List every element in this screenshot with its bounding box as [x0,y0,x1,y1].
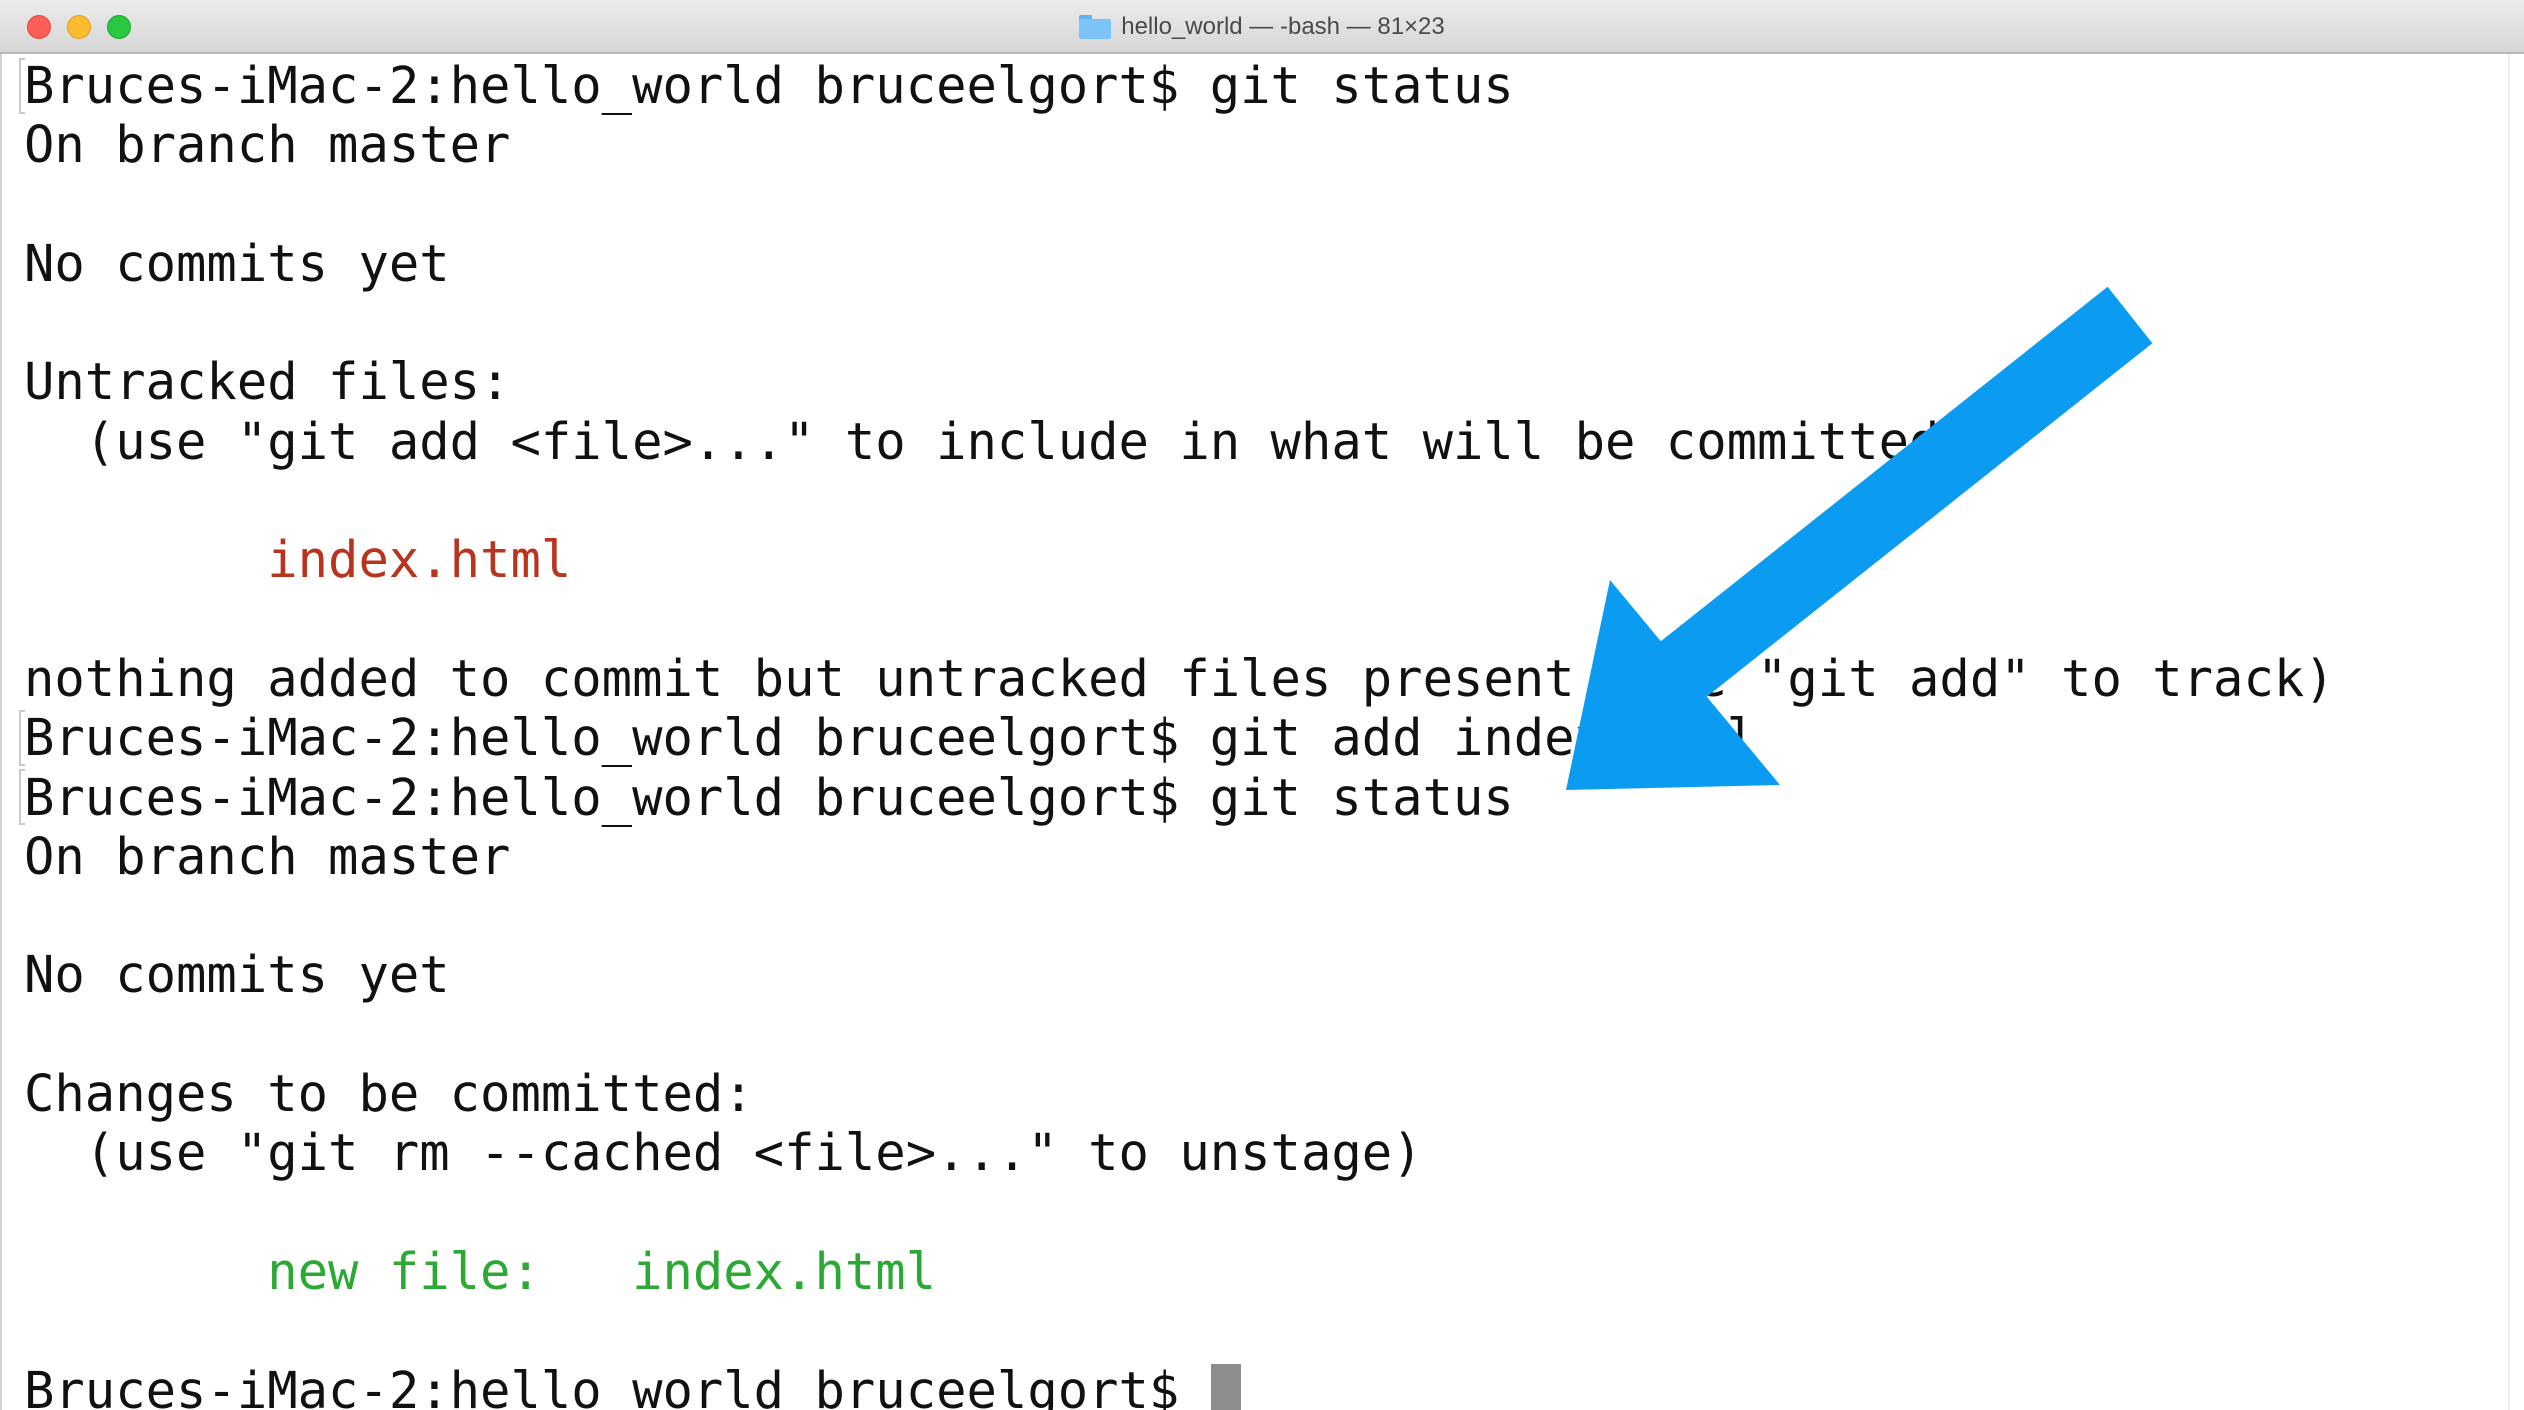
window-title-area: hello_world — -bash — 81×23 [0,0,2524,54]
line-text: No commits yet [24,945,450,1005]
terminal-line: Bruces-iMac-2:hello_world bruceelgort$ g… [24,56,2335,115]
line-text: (use "git add <file>..." to include in w… [24,411,1970,471]
terminal-line: (use "git rm --cached <file>..." to unst… [24,1123,2335,1182]
window-title: hello_world — -bash — 81×23 [1121,13,1445,40]
terminal-line: No commits yet [24,234,2335,293]
untracked-file: index.html [24,530,572,590]
terminal-line: Bruces-iMac-2:hello_world bruceelgort$ g… [24,768,2335,827]
line-text: Changes to be committed: [24,1064,754,1124]
terminal-line: On branch master [24,827,2335,886]
terminal-line: index.html [24,530,2335,589]
line-text: On branch master [24,115,511,175]
line-text: Untracked files: [24,352,511,412]
terminal-line: On branch master [24,115,2335,174]
terminal-line: Changes to be committed: [24,1064,2335,1123]
line-text: (use "git rm --cached <file>..." to unst… [24,1123,1423,1183]
terminal-line: No commits yet [24,945,2335,1004]
terminal-line: nothing added to commit but untracked fi… [24,649,2335,708]
terminal-output[interactable]: Bruces-iMac-2:hello_world bruceelgort$ g… [24,56,2335,1410]
line-text: Bruces-iMac-2:hello_world bruceelgort$ g… [24,708,1758,768]
terminal-line: Untracked files: [24,352,2335,411]
terminal-line: (use "git add <file>..." to include in w… [24,412,2335,471]
staged-file: new file: index.html [24,1241,937,1301]
line-text: Bruces-iMac-2:hello_world bruceelgort$ [24,1360,1180,1410]
title-bar[interactable]: hello_world — -bash — 81×23 [0,0,2524,54]
terminal-line: Bruces-iMac-2:hello_world bruceelgort$ g… [24,708,2335,767]
line-text: nothing added to commit but untracked fi… [24,648,2335,708]
terminal-line: new file: index.html [24,1242,2335,1301]
folder-icon [1079,15,1112,39]
text-cursor [1211,1363,1242,1410]
scrollbar-track[interactable] [2508,54,2510,1410]
shell-prompt-line: Bruces-iMac-2:hello_world bruceelgort$ [24,1361,2335,1410]
line-text: Bruces-iMac-2:hello_world bruceelgort$ g… [24,767,1514,827]
line-text: No commits yet [24,233,450,293]
line-text: On branch master [24,826,511,886]
terminal-window: hello_world — -bash — 81×23 Bruces-iMac-… [0,0,2524,1410]
line-text: Bruces-iMac-2:hello_world bruceelgort$ g… [24,56,1514,115]
terminal-content[interactable]: Bruces-iMac-2:hello_world bruceelgort$ g… [0,54,2524,1410]
